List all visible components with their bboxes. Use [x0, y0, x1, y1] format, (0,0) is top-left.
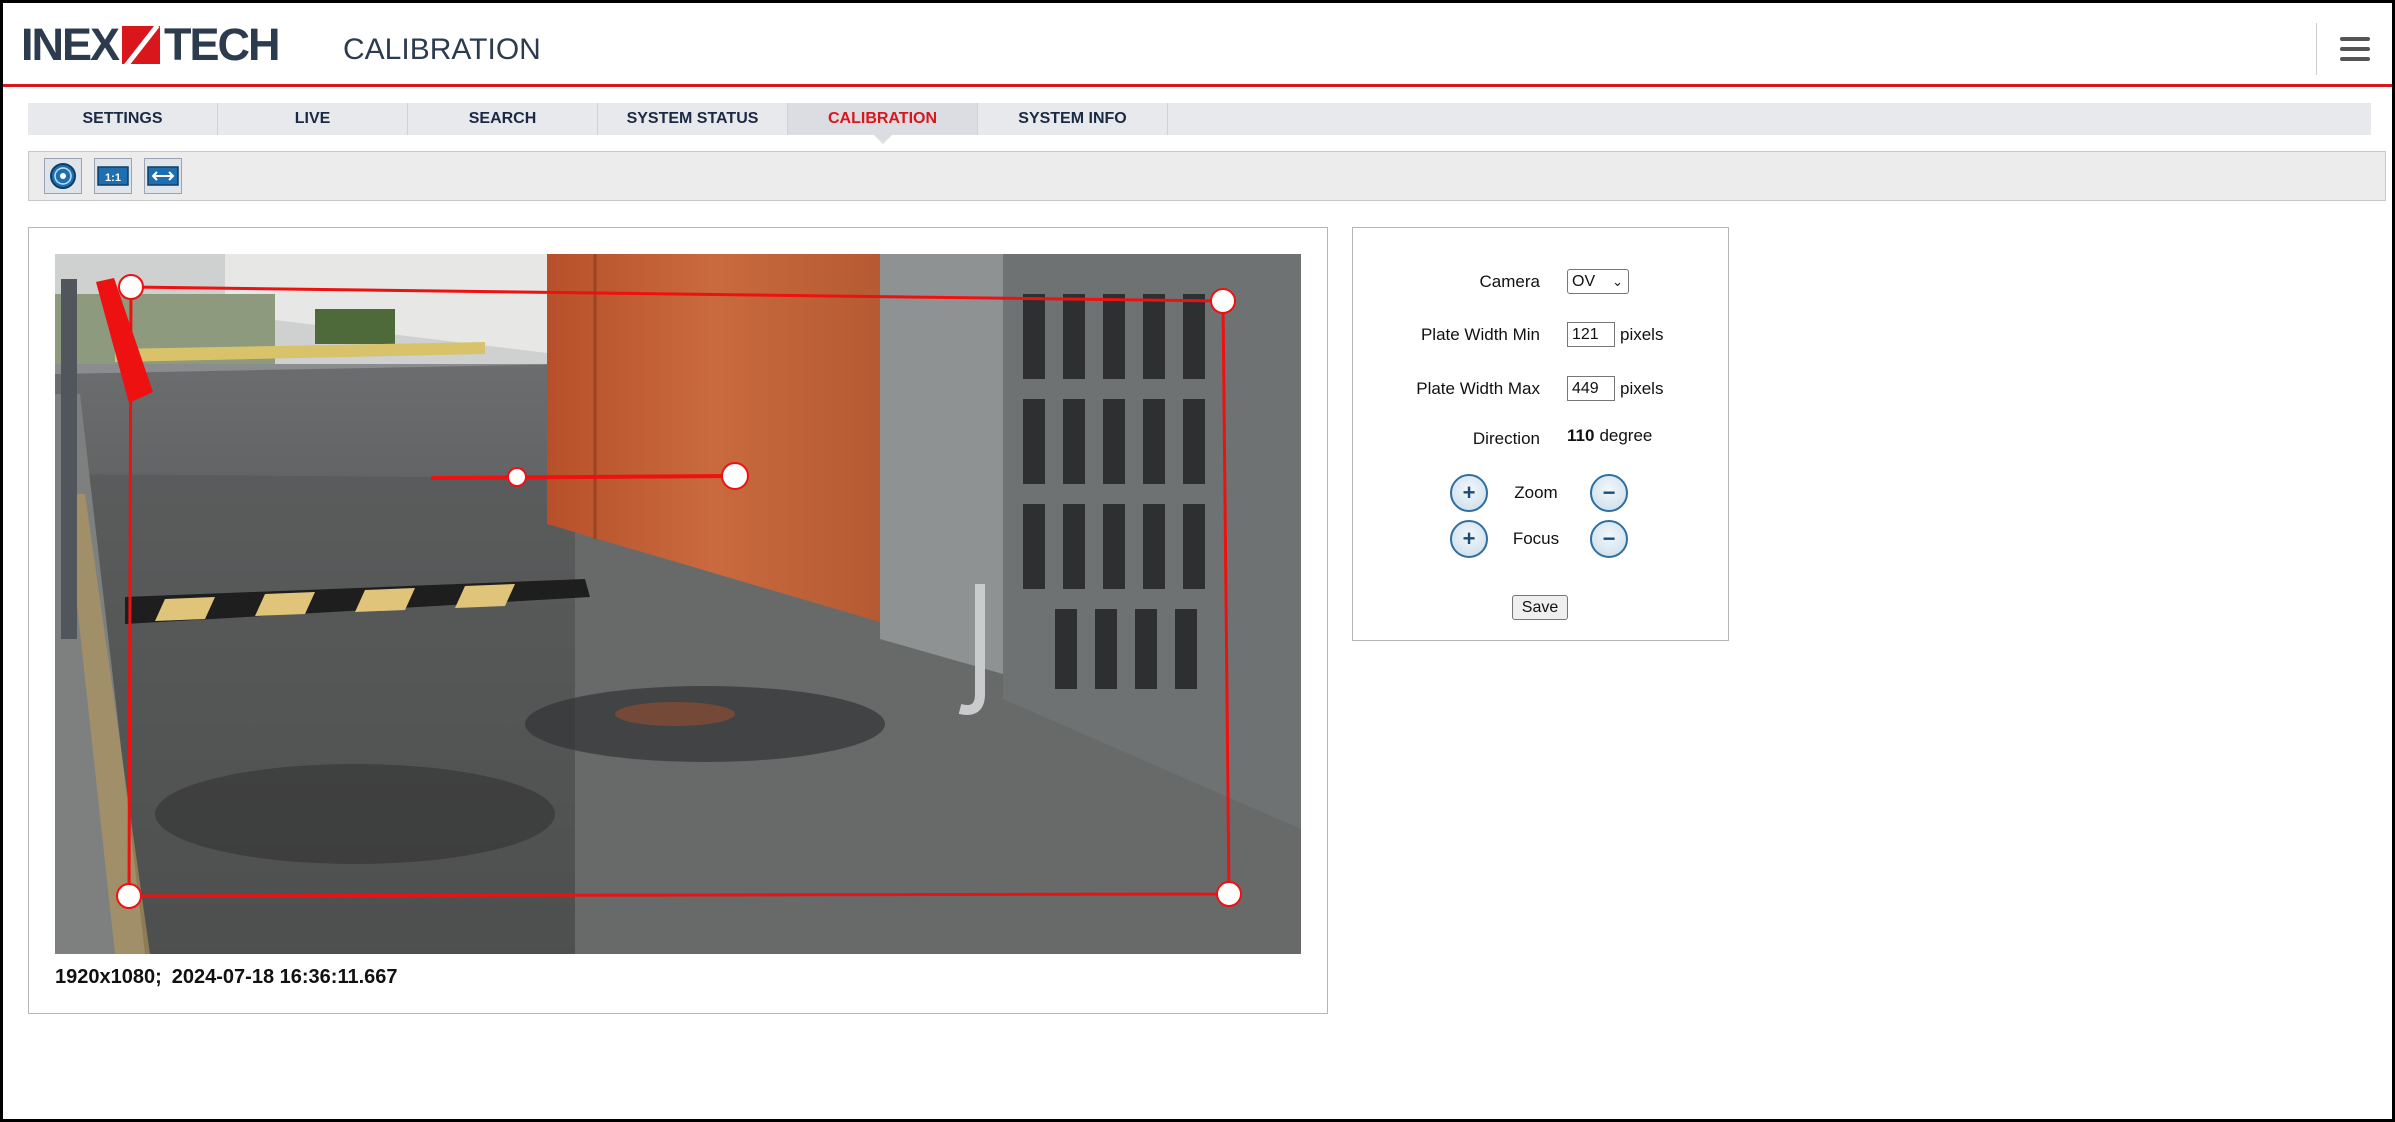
center-view-button[interactable] [44, 158, 82, 194]
view-toolbar: 1:1 [28, 151, 2386, 201]
tab-calibration[interactable]: CALIBRATION [788, 103, 978, 144]
direction-unit: degree [1599, 426, 1653, 445]
plate-width-max-unit: pixels [1620, 378, 1664, 398]
video-resolution: 1920x1080; [55, 966, 162, 988]
ratio-1-1-icon: 1:1 [97, 166, 129, 186]
roi-handle-bottom-right[interactable] [1216, 881, 1242, 907]
inextech-logo: INEX TECH [21, 19, 281, 70]
plate-width-max-handle[interactable] [721, 462, 749, 490]
roi-handle-top-right[interactable] [1210, 288, 1236, 314]
hamburger-menu-icon[interactable] [2316, 23, 2392, 75]
zoom-out-button[interactable]: − [1590, 474, 1628, 512]
center-icon [50, 163, 76, 189]
focus-row: + Focus − [1353, 520, 1728, 560]
camera-label: Camera [1479, 272, 1540, 291]
tab-live[interactable]: LIVE [218, 103, 408, 135]
ratio-1-1-button[interactable]: 1:1 [94, 158, 132, 194]
logo-slash-icon [122, 26, 161, 64]
header: INEX TECH CALIBRATION [3, 3, 2392, 87]
direction-row: Direction 110 degree [1353, 424, 1728, 454]
plate-width-min-label: Plate Width Min [1420, 325, 1540, 344]
chevron-down-icon: ⌄ [1612, 274, 1623, 289]
logo-text-left: INEX [21, 19, 120, 70]
tab-settings[interactable]: SETTINGS [28, 103, 218, 135]
plate-width-min-handle[interactable] [507, 467, 527, 487]
camera-view[interactable] [55, 254, 1301, 954]
fit-width-button[interactable] [144, 158, 182, 194]
plate-width-min-unit: pixels [1620, 324, 1664, 344]
camera-select-value: OV [1572, 272, 1596, 290]
app-window: INEX TECH CALIBRATION SETTINGS LIVE SEAR… [0, 0, 2395, 1122]
page-title: CALIBRATION [343, 33, 541, 66]
camera-row: Camera OV ⌄ [1353, 267, 1728, 297]
main-tabs: SETTINGS LIVE SEARCH SYSTEM STATUS CALIB… [28, 103, 2371, 144]
video-panel: 1920x1080; 2024-07-18 16:36:11.667 [28, 227, 1328, 1014]
roi-handle-bottom-left[interactable] [116, 883, 142, 909]
logo-text-right: TECH [164, 19, 280, 70]
camera-image [55, 254, 1301, 954]
direction-value: 110 [1567, 426, 1595, 445]
video-info: 1920x1080; 2024-07-18 16:36:11.667 [55, 966, 398, 989]
svg-text:1:1: 1:1 [105, 172, 121, 184]
focus-out-button[interactable]: − [1590, 520, 1628, 558]
camera-select[interactable]: OV ⌄ [1567, 269, 1629, 294]
plate-width-min-input[interactable]: 121 [1567, 322, 1615, 347]
tab-system-status[interactable]: SYSTEM STATUS [598, 103, 788, 135]
plate-width-max-row: Plate Width Max 449 pixels [1353, 374, 1728, 404]
focus-label: Focus [1512, 529, 1560, 548]
roi-handle-top-left[interactable] [118, 274, 144, 300]
zoom-row: + Zoom − [1353, 474, 1728, 514]
video-timestamp: 2024-07-18 16:36:11.667 [171, 966, 398, 988]
fit-width-icon [147, 166, 179, 186]
tab-search[interactable]: SEARCH [408, 103, 598, 135]
plate-width-min-row: Plate Width Min 121 pixels [1353, 320, 1728, 350]
direction-label: Direction [1472, 429, 1540, 448]
zoom-label: Zoom [1514, 483, 1558, 502]
tab-system-info[interactable]: SYSTEM INFO [978, 103, 1168, 135]
calibration-settings-panel: Camera OV ⌄ Plate Width Min 121 pixels P… [1352, 227, 1729, 641]
save-button[interactable]: Save [1512, 595, 1568, 620]
plate-width-max-label: Plate Width Max [1416, 379, 1540, 398]
plate-width-max-input[interactable]: 449 [1567, 376, 1615, 401]
